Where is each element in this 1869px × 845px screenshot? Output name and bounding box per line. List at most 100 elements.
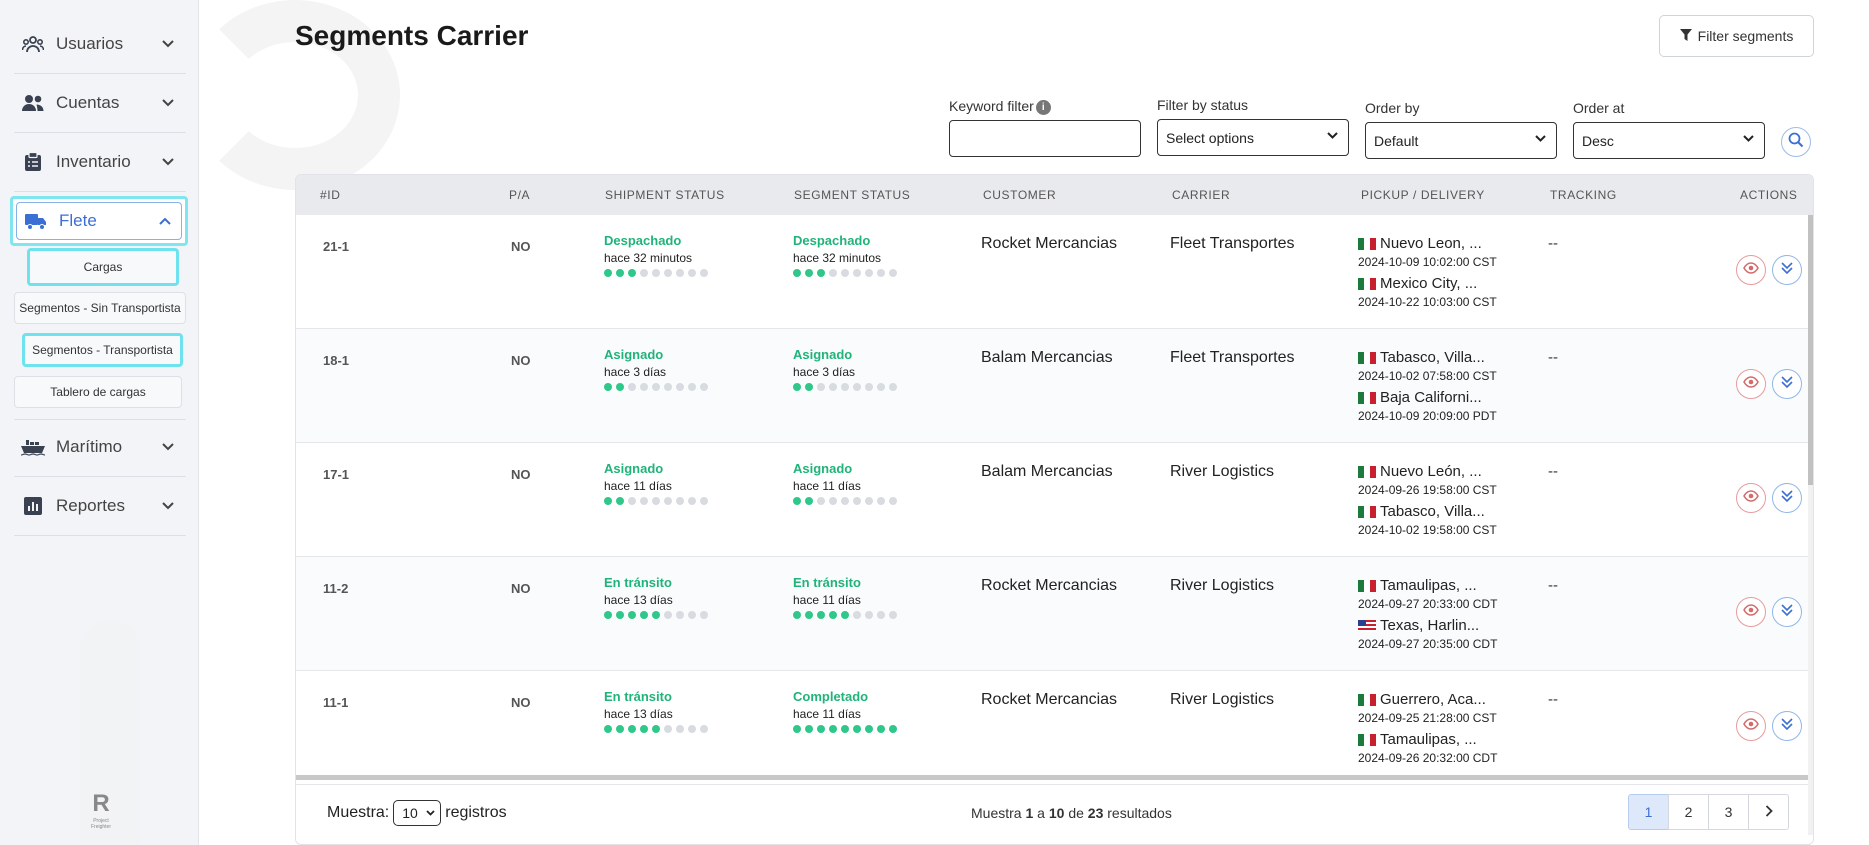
sidebar-item-usuarios[interactable]: Usuarios [10, 19, 188, 69]
expand-button[interactable] [1772, 711, 1802, 741]
segment-id[interactable]: 11-2 [323, 581, 348, 596]
column-header-customer[interactable]: CUSTOMER [983, 188, 1056, 202]
column-header-carrier[interactable]: CARRIER [1172, 188, 1230, 202]
order-by-select[interactable]: Default [1365, 122, 1557, 159]
pickup-date: 2024-09-25 21:28:00 CST [1358, 711, 1497, 725]
tracking-value: -- [1548, 691, 1558, 708]
page-button-1[interactable]: 1 [1628, 794, 1669, 830]
order-at-select[interactable]: Desc [1573, 122, 1765, 159]
page-size-select[interactable]: 10 [393, 800, 442, 826]
sidebar-divider [14, 132, 186, 133]
column-header-pickup-delivery[interactable]: PICKUP / DELIVERY [1361, 188, 1485, 202]
sidebar-item-reportes[interactable]: Reportes [10, 481, 188, 531]
sidebar-item-maritimo[interactable]: Marítimo [10, 422, 188, 472]
column-header-pa[interactable]: P/A [509, 188, 530, 202]
segment-id[interactable]: 17-1 [323, 467, 349, 482]
summary-to: 10 [1048, 805, 1065, 821]
progress-dot [841, 383, 849, 391]
shipment-status-cell: Asignado hace 11 días [604, 461, 708, 505]
next-page-button[interactable] [1748, 794, 1789, 830]
shipment-status-time: hace 13 días [604, 707, 673, 721]
column-header-segment-status[interactable]: SEGMENT STATUS [794, 188, 910, 202]
sidebar-item-inventario[interactable]: Inventario [10, 137, 188, 187]
segment-id[interactable]: 18-1 [323, 353, 349, 368]
pa-value: NO [511, 239, 531, 254]
chevron-down-icon [156, 37, 180, 51]
view-button[interactable] [1736, 255, 1766, 285]
segment-status-label: Despachado [793, 233, 871, 248]
clipboard-icon [20, 151, 46, 173]
sidebar-item-cuentas[interactable]: Cuentas [10, 78, 188, 128]
progress-dot [877, 269, 885, 277]
keyword-filter-input[interactable] [949, 120, 1141, 157]
view-button[interactable] [1736, 369, 1766, 399]
progress-dot [640, 383, 648, 391]
double-chevron-down-icon [1781, 717, 1793, 736]
segment-status-time: hace 3 días [793, 365, 856, 379]
progress-dot [664, 269, 672, 277]
sidebar-subitem-segmentos-sin-transportista[interactable]: Segmentos - Sin Transportista [14, 292, 186, 324]
progress-dot [652, 497, 660, 505]
sidebar-subitem-tablero-de-cargas[interactable]: Tablero de cargas [14, 376, 182, 408]
shipment-progress [604, 269, 708, 277]
segment-id[interactable]: 11-1 [323, 695, 348, 710]
table-row[interactable]: 21-1 NO Despachado hace 32 minutos Despachad… [296, 215, 1810, 329]
keyword-filter-text: Keyword filter [949, 98, 1034, 114]
progress-dot [640, 497, 648, 505]
shipment-status-time: hace 11 días [604, 479, 672, 493]
pa-value: NO [511, 581, 531, 596]
sidebar-subitem-segmentos-transportista[interactable]: Segmentos - Transportista [22, 333, 183, 367]
progress-dot [688, 383, 696, 391]
progress-dot [628, 383, 636, 391]
segment-status-label: Asignado [793, 461, 853, 476]
table-row[interactable]: 18-1 NO Asignado hace 3 días Asignado hace 3 … [296, 329, 1810, 443]
table-row[interactable]: 17-1 NO Asignado hace 11 días Asignado hace 1… [296, 443, 1810, 557]
column-header-tracking[interactable]: TRACKING [1550, 188, 1617, 202]
table-row[interactable]: 11-1 NO En tránsito hace 13 días Completado h… [296, 671, 1810, 785]
info-icon[interactable]: i [1035, 99, 1051, 115]
logo-mark: R [92, 790, 110, 817]
view-button[interactable] [1736, 597, 1766, 627]
sidebar-item-flete[interactable]: Flete [10, 196, 188, 246]
vertical-scrollbar[interactable] [1808, 215, 1813, 835]
segment-progress [793, 497, 897, 505]
sidebar-divider [14, 73, 186, 74]
ship-icon [20, 436, 46, 458]
status-filter-select[interactable]: Select options [1157, 119, 1349, 156]
summary-from: 1 [1025, 805, 1034, 821]
column-header-id[interactable]: #ID [320, 188, 340, 202]
double-chevron-down-icon [1781, 603, 1793, 622]
sidebar-subitem-cargas[interactable]: Cargas [27, 248, 179, 286]
page-button-3[interactable]: 3 [1708, 794, 1749, 830]
progress-dot [829, 383, 837, 391]
order-at-label: Order at [1573, 100, 1625, 116]
column-header-shipment-status[interactable]: SHIPMENT STATUS [605, 188, 725, 202]
status-filter-value: Select options [1166, 129, 1254, 146]
app-logo: R Project Freighter [86, 790, 116, 830]
delivery-text: Mexico City, ... [1380, 275, 1478, 292]
progress-dot [640, 611, 648, 619]
progress-dot [805, 725, 813, 733]
search-button[interactable] [1781, 127, 1811, 157]
filter-segments-button[interactable]: Filter segments [1659, 15, 1814, 57]
expand-button[interactable] [1772, 369, 1802, 399]
expand-button[interactable] [1772, 483, 1802, 513]
scrollbar-thumb[interactable] [1808, 215, 1813, 485]
segment-id[interactable]: 21-1 [323, 239, 349, 254]
page-button-2[interactable]: 2 [1668, 794, 1709, 830]
carrier-name: Fleet Transportes [1170, 349, 1295, 366]
progress-dot [676, 383, 684, 391]
expand-button[interactable] [1772, 255, 1802, 285]
progress-dot [877, 497, 885, 505]
progress-dot [700, 383, 708, 391]
progress-dot [877, 725, 885, 733]
progress-dot [604, 383, 612, 391]
expand-button[interactable] [1772, 597, 1802, 627]
view-button[interactable] [1736, 711, 1766, 741]
progress-dot [805, 269, 813, 277]
progress-dot [604, 497, 612, 505]
table-row[interactable]: 11-2 NO En tránsito hace 13 días En tránsito… [296, 557, 1810, 671]
view-button[interactable] [1736, 483, 1766, 513]
shipment-status-cell: En tránsito hace 13 días [604, 575, 708, 619]
filter-segments-label: Filter segments [1697, 28, 1794, 44]
